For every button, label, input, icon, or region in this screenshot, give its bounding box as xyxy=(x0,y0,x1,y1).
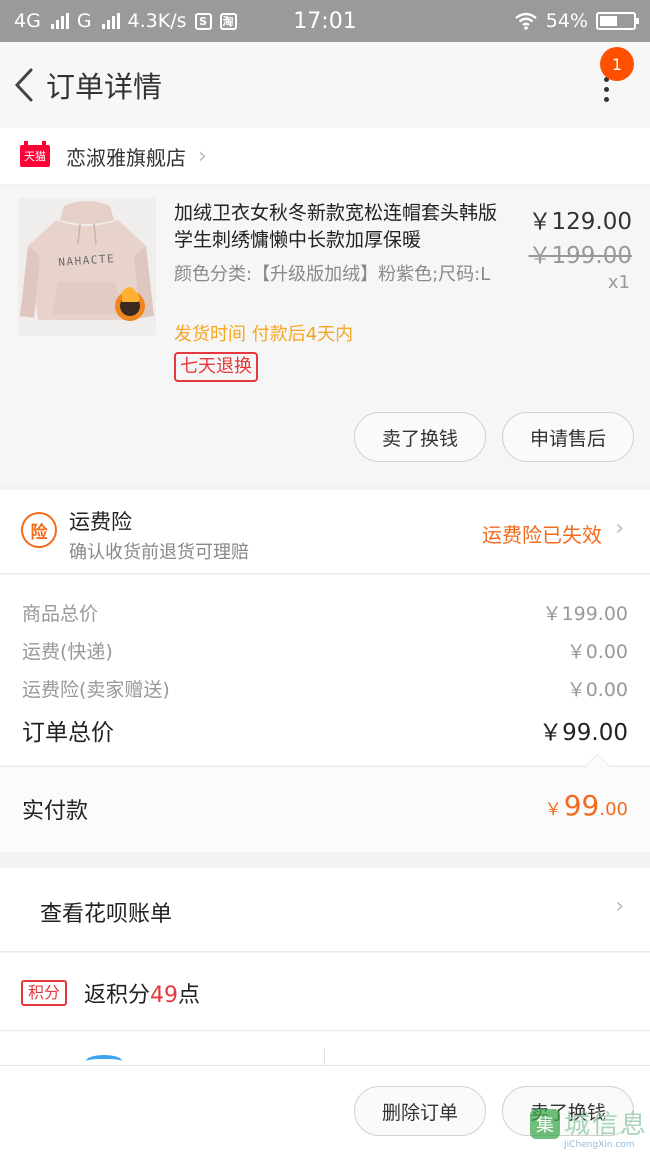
divider xyxy=(324,1049,325,1065)
summary-label: 运费险(卖家赠送) xyxy=(22,679,170,701)
network-label-4g: 4G xyxy=(14,10,41,32)
summary-row: 运费(快递) ￥0.00 xyxy=(22,637,628,664)
svg-text:城: 城 xyxy=(564,1110,590,1140)
notification-badge: 1 xyxy=(600,47,634,81)
points-prefix: 返积分 xyxy=(84,983,151,1008)
order-item: NAHACTE 加绒卫衣女秋冬新款宽松连帽套头韩版学生刺绣慵懒中长款加厚保暖 颜… xyxy=(0,186,650,482)
paid-amount: ￥ 99 .00 xyxy=(545,789,628,822)
product-sku: 颜色分类:【升级版加绒】粉紫色;尺码:L xyxy=(174,264,491,285)
back-icon[interactable] xyxy=(4,42,44,128)
points-badge: 积分 xyxy=(21,980,68,1006)
summary-row: 运费险(卖家赠送) ￥0.00 xyxy=(22,675,628,702)
status-right: 54% xyxy=(514,10,639,32)
insurance-title: 运费险 xyxy=(69,510,132,534)
shop-row[interactable]: 天猫 恋淑雅旗舰店 › xyxy=(0,128,650,184)
battery-icon xyxy=(596,12,639,30)
status-bar: 4G G 4.3K/s S 淘 17:01 54% xyxy=(0,0,650,42)
watermark-logo: 集 城 信 息 JiChengXin.com xyxy=(530,1109,646,1149)
product-thumbnail[interactable]: NAHACTE xyxy=(18,198,156,336)
taobao-app-icon: 淘 xyxy=(219,12,237,30)
insurance-subtitle: 确认收货前退货可理赔 xyxy=(69,542,249,563)
points-amount: 49 xyxy=(150,983,179,1008)
network-label-g: G xyxy=(76,10,92,32)
svg-text:息: 息 xyxy=(620,1110,646,1140)
svg-text:信: 信 xyxy=(592,1110,618,1140)
svg-text:集: 集 xyxy=(536,1115,554,1136)
shipping-insurance-row[interactable]: 险 运费险 确认收货前退货可理赔 运费险已失效 › xyxy=(0,490,650,574)
clock: 17:01 xyxy=(293,8,357,34)
shipping-time: 发货时间 付款后4天内 xyxy=(174,324,354,345)
summary-label: 运费(快递) xyxy=(22,641,113,663)
summary-row: 商品总价 ￥199.00 xyxy=(22,599,628,626)
paid-amount-row: 实付款 ￥ 99 .00 xyxy=(0,766,650,852)
after-sale-button[interactable]: 申请售后 xyxy=(502,412,634,462)
network-speed: 4.3K/s xyxy=(127,10,187,32)
summary-value: ￥0.00 xyxy=(566,641,628,663)
page-title: 订单详情 xyxy=(46,70,163,104)
summary-label: 商品总价 xyxy=(22,603,99,625)
shop-name: 恋淑雅旗舰店 xyxy=(66,145,186,170)
points-row: 积分 返积分49点 xyxy=(0,953,650,1031)
battery-percent: 54% xyxy=(545,10,588,32)
paid-currency: ￥ xyxy=(544,800,562,820)
insurance-status: 运费险已失效 xyxy=(482,523,602,547)
huabei-bill-row[interactable]: 查看花呗账单 › xyxy=(0,868,650,952)
paid-decimal: .00 xyxy=(599,799,628,820)
signal-icon xyxy=(50,13,69,29)
order-total-row: 订单总价 ￥99.00 xyxy=(22,713,628,747)
item-quantity: x1 xyxy=(607,272,630,293)
paid-integer: 99 xyxy=(563,789,600,822)
partial-row xyxy=(0,1031,650,1065)
wifi-icon xyxy=(515,12,537,30)
delete-order-button[interactable]: 删除订单 xyxy=(354,1086,486,1136)
tmall-logo: 天猫 xyxy=(20,141,50,167)
s-app-icon: S xyxy=(194,12,212,30)
order-total-label: 订单总价 xyxy=(22,720,114,746)
nav-bar: 订单详情 1 xyxy=(0,42,650,128)
order-total-value: ￥99.00 xyxy=(539,720,628,746)
status-left: 4G G 4.3K/s S 淘 xyxy=(14,10,237,32)
product-title[interactable]: 加绒卫衣女秋冬新款宽松连帽套头韩版学生刺绣慵懒中长款加厚保暖 xyxy=(174,200,508,254)
paid-label: 实付款 xyxy=(22,799,89,824)
chevron-right-icon: › xyxy=(615,516,624,541)
insurance-icon: 险 xyxy=(21,512,57,548)
item-original-price: ￥199.00 xyxy=(528,243,632,269)
points-suffix: 点 xyxy=(178,983,201,1008)
points-text: 返积分49点 xyxy=(84,977,200,1009)
summary-value: ￥0.00 xyxy=(566,679,628,701)
item-price: ￥129.00 xyxy=(528,209,632,235)
signal-icon xyxy=(101,13,120,29)
chevron-right-icon: › xyxy=(198,143,207,169)
chevron-right-icon: › xyxy=(615,894,624,919)
sell-button[interactable]: 卖了换钱 xyxy=(354,412,486,462)
huabei-label: 查看花呗账单 xyxy=(40,902,173,927)
summary-value: ￥199.00 xyxy=(542,603,628,625)
footer-action-bar: 删除订单 卖了换钱 集 城 信 息 JiChengXin.com xyxy=(0,1065,650,1155)
price-summary: 商品总价 ￥199.00 运费(快递) ￥0.00 运费险(卖家赠送) ￥0.0… xyxy=(0,575,650,765)
svg-text:JiChengXin.com: JiChengXin.com xyxy=(563,1140,635,1149)
return-policy-badge: 七天退换 xyxy=(174,352,258,382)
